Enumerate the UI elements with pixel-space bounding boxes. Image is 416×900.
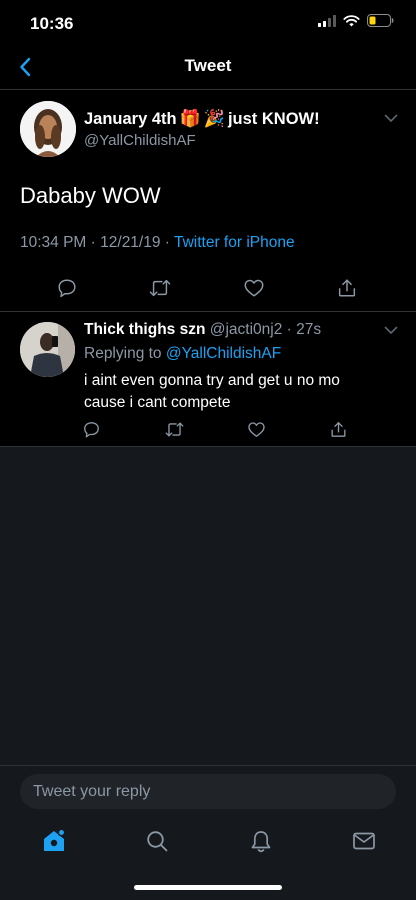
tweet-date: 12/21/19 [100, 234, 161, 251]
like-icon [244, 279, 264, 297]
meta-separator: · [160, 234, 174, 251]
reply-actions [0, 418, 416, 440]
author-name-suffix: just KNOW! [227, 109, 320, 128]
reply-composer [0, 765, 416, 815]
status-bar: 10:36 [0, 0, 416, 44]
avatar-image [20, 322, 75, 377]
reply-text: i aint even gonna try and get u no mo ca… [84, 372, 340, 411]
author-handle[interactable]: @YallChildishAF [84, 132, 196, 149]
retweet-button[interactable] [163, 418, 185, 440]
chevron-down-icon [384, 114, 398, 123]
search-icon [147, 831, 168, 852]
timeline-empty-area [0, 447, 416, 765]
tweet-text: Dababy WOW [20, 183, 161, 208]
reply-time: 27s [296, 321, 322, 338]
tab-bar [0, 815, 416, 900]
share-icon [338, 279, 356, 297]
notifications-icon [251, 830, 271, 852]
author-name[interactable]: January 4th 🎁 🎉 just KNOW! [84, 109, 320, 129]
wifi-icon [343, 14, 360, 26]
tab-messages[interactable] [350, 827, 378, 855]
replying-to-prefix: Replying to [84, 345, 162, 362]
tweet-actions [0, 276, 416, 304]
reply-icon [83, 421, 99, 437]
reply-author-handle[interactable]: @jacti0nj2 [210, 321, 283, 338]
share-button[interactable] [335, 276, 359, 300]
page-title: Tweet [184, 56, 232, 75]
more-options-button[interactable] [384, 322, 398, 340]
avatar[interactable] [20, 322, 75, 377]
avatar[interactable] [20, 101, 76, 157]
battery-icon [367, 14, 394, 27]
avatar-image [20, 101, 76, 157]
tweet-reply-input[interactable] [20, 774, 396, 809]
tweet-time: 10:34 PM [20, 234, 87, 251]
reply-header: Thick thighs szn @jacti0nj2 · 27s [84, 321, 321, 339]
main-tweet: January 4th 🎁 🎉 just KNOW! @YallChildish… [0, 90, 416, 312]
more-options-button[interactable] [384, 110, 398, 128]
like-button[interactable] [245, 418, 267, 440]
tab-home[interactable] [40, 827, 68, 855]
tweet-source-link[interactable]: Twitter for iPhone [174, 234, 295, 251]
like-button[interactable] [242, 276, 266, 300]
retweet-icon [165, 421, 183, 437]
tab-notifications[interactable] [247, 827, 275, 855]
retweet-button[interactable] [148, 276, 172, 300]
home-icon [44, 828, 66, 851]
reply-button[interactable] [80, 418, 102, 440]
nav-bar: Tweet [0, 44, 416, 90]
reply-tweet[interactable]: Thick thighs szn @jacti0nj2 · 27s Replyi… [0, 312, 416, 447]
reply-author-name[interactable]: Thick thighs szn [84, 321, 205, 338]
tweet-meta: 10:34 PM · 12/21/19 · Twitter for iPhone [20, 234, 295, 252]
reply-dot-separator: · [282, 321, 297, 338]
gift-emoji: 🎁 [179, 109, 201, 129]
status-icons [318, 14, 394, 27]
status-time: 10:36 [30, 14, 74, 33]
chevron-down-icon [384, 326, 398, 335]
retweet-icon [149, 279, 171, 297]
party-popper-emoji: 🎉 [203, 109, 225, 129]
author-name-text: January 4th [84, 109, 177, 128]
messages-icon [353, 832, 375, 850]
reply-button[interactable] [55, 276, 79, 300]
signal-icon [318, 14, 336, 27]
home-indicator[interactable] [134, 885, 282, 890]
share-icon [330, 421, 346, 437]
share-button[interactable] [327, 418, 349, 440]
tab-search[interactable] [143, 827, 171, 855]
replying-to: Replying to @YallChildishAF [84, 345, 281, 363]
meta-separator: · [86, 234, 101, 251]
replying-to-handle[interactable]: @YallChildishAF [166, 345, 281, 362]
reply-icon [58, 279, 76, 298]
like-icon [247, 421, 265, 437]
